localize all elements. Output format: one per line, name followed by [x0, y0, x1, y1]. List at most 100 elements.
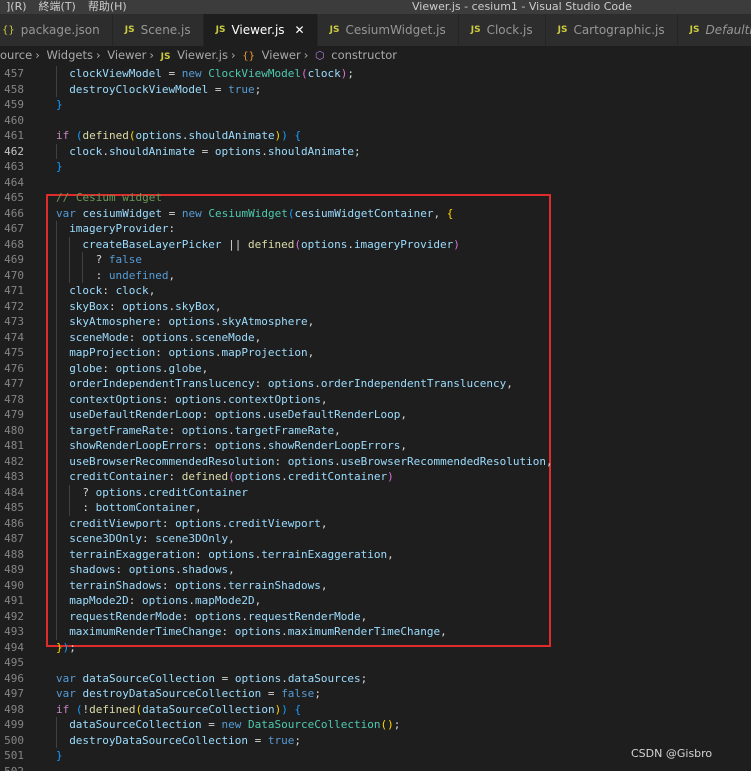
code-token: }	[56, 640, 63, 654]
code-line[interactable]: 490 terrainShadows: options.terrainShadow…	[0, 577, 751, 593]
indent-guide	[56, 500, 57, 516]
breadcrumb-item-viewer-folder[interactable]: Viewer	[107, 48, 146, 62]
code-line[interactable]: 466 var cesiumWidget = new CesiumWidget(c…	[0, 206, 751, 222]
code-editor[interactable]: 457 clockViewModel = new ClockViewModel(c…	[0, 64, 751, 771]
code-token: }	[56, 749, 63, 762]
code-line[interactable]: 474 sceneMode: options.sceneMode,	[0, 329, 751, 345]
tab-package-json[interactable]: {} package.json	[0, 14, 113, 46]
indent-guide	[56, 562, 57, 578]
code-text: scene3DOnly: scene3DOnly,	[69, 531, 235, 547]
code-line[interactable]: 478 contextOptions: options.contextOption…	[0, 391, 751, 407]
code-line[interactable]: 465 // Cesium widget	[0, 190, 751, 206]
code-line[interactable]: 464	[0, 175, 751, 191]
code-line[interactable]: 479 useDefaultRenderLoop: options.useDefa…	[0, 407, 751, 423]
code-token: bottomContainer	[95, 501, 195, 514]
indent-guide	[56, 345, 57, 361]
code-line[interactable]: 458 destroyClockViewModel = true;	[0, 81, 751, 97]
code-token: clockViewModel	[69, 67, 162, 80]
code-text: dataSourceCollection = new DataSourceCol…	[69, 717, 400, 733]
code-line[interactable]: 463}	[0, 159, 751, 175]
code-token: defined	[181, 470, 229, 483]
close-icon[interactable]: ✕	[295, 23, 305, 37]
code-line[interactable]: 460	[0, 113, 751, 129]
code-token: ;	[393, 718, 401, 731]
breadcrumb-item-constructor[interactable]: constructor	[331, 48, 397, 62]
code-token: :	[168, 470, 182, 483]
code-line[interactable]: 475 mapProjection: options.mapProjection,	[0, 345, 751, 361]
line-number: 468	[4, 237, 24, 251]
tab-viewer-js[interactable]: JS Viewer.js ✕	[203, 14, 318, 46]
indent-guide	[56, 469, 57, 485]
code-line[interactable]: 487 scene3DOnly: scene3DOnly,	[0, 531, 751, 547]
code-line[interactable]: 484? options.creditContainer	[0, 484, 751, 500]
tab-defaultproxy-js[interactable]: JS DefaultProxy.js	[677, 14, 751, 46]
code-line[interactable]: 498 if (!defined(dataSourceCollection)) {	[0, 702, 751, 718]
code-line[interactable]: 499 dataSourceCollection = new DataSource…	[0, 717, 751, 733]
code-line[interactable]: 492 requestRenderMode: options.requestRen…	[0, 608, 751, 624]
code-line[interactable]: 497 var destroyDataSourceCollection = fal…	[0, 686, 751, 702]
code-line[interactable]: 462 clock.shouldAnimate = options.shouldA…	[0, 143, 751, 159]
line-number: 484	[4, 485, 24, 499]
line-number: 467	[4, 222, 24, 235]
code-line[interactable]: 481 showRenderLoopErrors: options.showRen…	[0, 438, 751, 454]
code-line[interactable]: 491 mapMode2D: options.mapMode2D,	[0, 593, 751, 609]
code-line[interactable]: 470: undefined,	[0, 267, 751, 283]
code-token: dataSourceCollection	[82, 671, 215, 685]
code-line[interactable]: 496 var dataSourceCollection = options.da…	[0, 671, 751, 687]
indent-guide	[56, 717, 57, 733]
tab-cesiumwidget-js[interactable]: JS CesiumWidget.js	[317, 14, 459, 46]
code-line[interactable]: 469? false	[0, 252, 751, 268]
code-token: (	[301, 67, 308, 80]
code-token: terrainShadows	[228, 578, 321, 592]
code-line[interactable]: 477 orderIndependentTranslucency: options…	[0, 376, 751, 392]
breadcrumb-item-source[interactable]: ource	[0, 48, 32, 62]
code-line[interactable]: 485: bottomContainer,	[0, 500, 751, 516]
code-line[interactable]: 486 creditViewport: options.creditViewpor…	[0, 515, 751, 531]
code-token: (	[228, 470, 235, 483]
code-line[interactable]: 494});	[0, 640, 751, 656]
indent-guide	[56, 143, 57, 159]
tab-scene-js[interactable]: JS Scene.js	[112, 14, 204, 46]
code-line[interactable]: 459}	[0, 97, 751, 113]
tab-clock-js[interactable]: JS Clock.js	[458, 14, 546, 46]
menu-item-terminal[interactable]: 終端(T)	[33, 0, 82, 14]
tab-label: Clock.js	[486, 23, 533, 37]
code-token: cesiumWidgetContainer	[294, 206, 434, 220]
code-line[interactable]: 493 maximumRenderTimeChange: options.maxi…	[0, 624, 751, 640]
indent-guide	[56, 66, 57, 82]
breadcrumb-item-viewer-class[interactable]: Viewer	[262, 48, 301, 62]
line-number: 474	[4, 330, 24, 344]
code-line[interactable]: 482 useBrowserRecommendedResolution: opti…	[0, 453, 751, 469]
code-line[interactable]: 495	[0, 655, 751, 671]
line-number: 500	[4, 733, 24, 747]
code-token: shouldAnimate	[267, 144, 354, 158]
code-line[interactable]: 500 destroyDataSourceCollection = true;	[0, 732, 751, 748]
code-token: clock	[69, 144, 103, 158]
tab-cartographic-js[interactable]: JS Cartographic.js	[545, 14, 678, 46]
code-token: ,	[400, 439, 407, 452]
indent-guide	[56, 407, 57, 423]
code-token: ;	[69, 640, 76, 654]
breadcrumb-item-viewer-file[interactable]: Viewer.js	[177, 48, 228, 62]
code-line[interactable]: 488 terrainExaggeration: options.terrainE…	[0, 546, 751, 562]
code-line[interactable]: 457 clockViewModel = new ClockViewModel(c…	[0, 66, 751, 82]
code-line[interactable]: 472 skyBox: options.skyBox,	[0, 298, 751, 314]
code-token: dataSourceCollection	[142, 702, 275, 716]
code-line[interactable]: 489 shadows: options.shadows,	[0, 562, 751, 578]
code-token: =	[248, 733, 268, 747]
code-line[interactable]: 461 if (defined(options.shouldAnimate)) {	[0, 128, 751, 144]
code-line[interactable]: 476 globe: options.globe,	[0, 360, 751, 376]
menu-item-help[interactable]: 帮助(H)	[82, 0, 133, 14]
menu-item-partial[interactable]: ](R)	[0, 0, 33, 14]
code-line[interactable]: 502	[0, 764, 751, 771]
code-line[interactable]: 483 creditContainer: defined(options.cred…	[0, 469, 751, 485]
code-line[interactable]: 471 clock: clock,	[0, 283, 751, 299]
code-token: creditContainer	[148, 485, 248, 499]
code-token: ,	[360, 609, 368, 623]
code-line[interactable]: 473 skyAtmosphere: options.skyAtmosphere,	[0, 314, 751, 330]
breadcrumb-item-widgets[interactable]: Widgets	[46, 48, 93, 62]
code-line[interactable]: 468 createBaseLayerPicker || defined(opti…	[0, 236, 751, 252]
code-token: }	[56, 160, 63, 173]
code-line[interactable]: 467 imageryProvider:	[0, 221, 751, 237]
code-line[interactable]: 480 targetFrameRate: options.targetFrameR…	[0, 422, 751, 438]
